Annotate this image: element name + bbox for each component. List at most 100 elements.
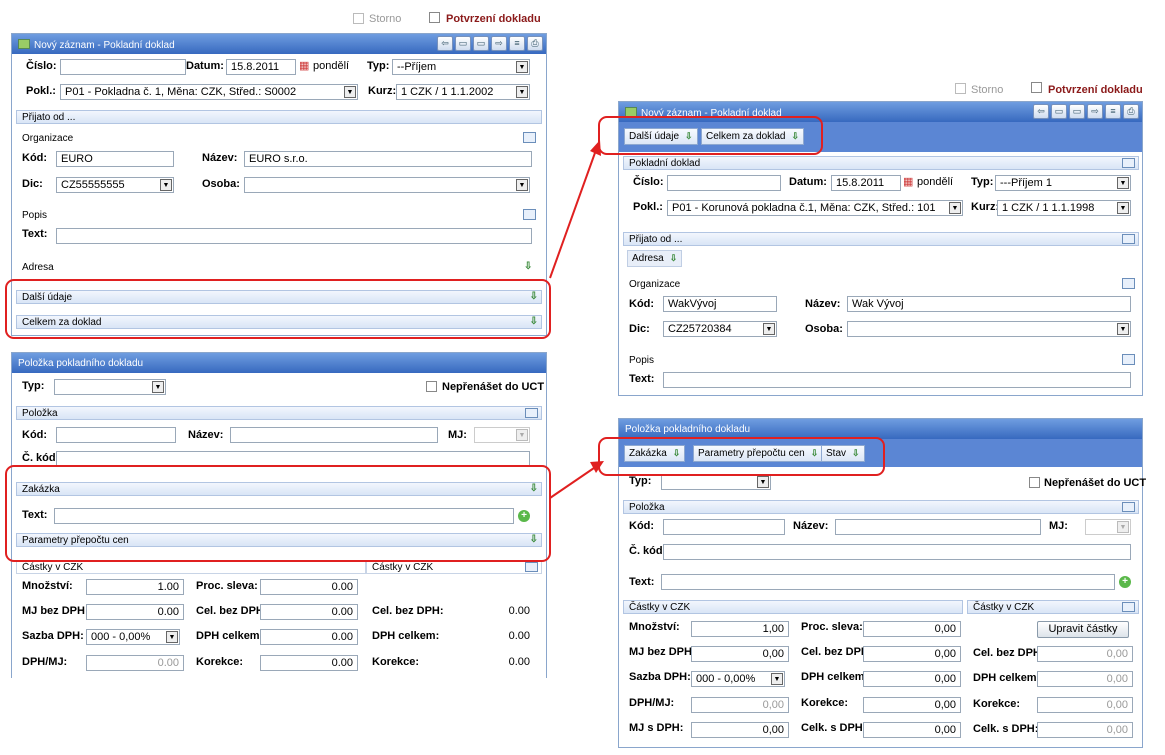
potvrzeni-checkbox[interactable] <box>429 12 440 23</box>
datum-input[interactable]: 15.8.2011 <box>226 59 296 75</box>
storno-checkbox[interactable] <box>353 13 364 24</box>
r-celbez-input[interactable]: 0,00 <box>1037 646 1133 662</box>
ckod-input[interactable] <box>663 544 1131 560</box>
dph-input[interactable]: 0,00 <box>863 671 961 687</box>
prijato-section-header[interactable]: Přijato od ... <box>16 110 542 124</box>
kurz-label: Kurz: <box>368 85 397 97</box>
mnozstvi-input[interactable]: 1.00 <box>86 579 184 595</box>
procsleva-input[interactable]: 0,00 <box>863 621 961 637</box>
text-input[interactable] <box>56 228 532 244</box>
korekce-input[interactable]: 0,00 <box>863 697 961 713</box>
nazev-label: Název: <box>202 152 238 164</box>
osoba-select[interactable]: ▼ <box>847 321 1131 337</box>
celbez-input[interactable]: 0,00 <box>863 646 961 662</box>
adresa-button[interactable]: Adresa ⇩ <box>627 250 683 267</box>
add-icon[interactable]: + <box>1119 576 1131 588</box>
r-celks-input[interactable]: 0,00 <box>1037 722 1133 738</box>
document-icon[interactable]: ≡ <box>1105 104 1121 119</box>
storno-checkbox[interactable] <box>955 83 966 94</box>
highlight-box <box>598 116 823 155</box>
kurz-select[interactable]: 1 CZK / 1 1.1.2002 ▼ <box>396 84 530 100</box>
prijato-section-header[interactable]: Přijato od ... <box>623 232 1139 246</box>
pokl-select[interactable]: P01 - Korunová pokladna č.1, Měna: CZK, … <box>667 200 963 216</box>
cislo-input[interactable] <box>60 59 186 75</box>
polozka-section-header[interactable]: Položka <box>16 406 542 420</box>
print-icon[interactable]: ⎙ <box>1123 104 1139 119</box>
text-input[interactable] <box>661 574 1115 590</box>
neprenaset-checkbox[interactable] <box>1029 477 1040 488</box>
adresa-header[interactable]: Adresa <box>22 262 54 273</box>
comment-edit-icon[interactable]: ▭ <box>473 36 489 51</box>
expand-icon[interactable] <box>1122 354 1135 365</box>
typ-select[interactable]: --Příjem ▼ <box>392 59 530 75</box>
forward-icon[interactable]: ⇨ <box>1087 104 1103 119</box>
celbez-input[interactable]: 0.00 <box>260 604 358 620</box>
dic-select[interactable]: CZ25720384 ▼ <box>663 321 777 337</box>
r-dph-input[interactable]: 0,00 <box>1037 671 1133 687</box>
mjbez-input[interactable]: 0,00 <box>691 646 789 662</box>
comment-icon[interactable]: ▭ <box>455 36 471 51</box>
mjbez-input[interactable]: 0.00 <box>86 604 184 620</box>
back-icon[interactable]: ⇦ <box>437 36 453 51</box>
nazev-input[interactable]: EURO s.r.o. <box>244 151 532 167</box>
mnozstvi-input[interactable]: 1,00 <box>691 621 789 637</box>
text-input[interactable] <box>663 372 1131 388</box>
typ-select[interactable]: ▼ <box>54 379 166 395</box>
osoba-select[interactable]: ▼ <box>244 177 530 193</box>
mj-select[interactable]: ▼ <box>474 427 530 443</box>
cislo-label: Číslo: <box>26 60 57 72</box>
celks-input[interactable]: 0,00 <box>863 722 961 738</box>
kod-input[interactable]: WakVývoj <box>663 296 777 312</box>
chevron-down-icon: ▼ <box>757 476 769 488</box>
chevron-down-icon: ▼ <box>949 202 961 214</box>
dphmj-input[interactable]: 0.00 <box>86 655 184 671</box>
sazba-select[interactable]: 000 - 0,00% ▼ <box>86 629 180 645</box>
print-icon[interactable]: ⎙ <box>527 36 543 51</box>
neprenaset-checkbox[interactable] <box>426 381 437 392</box>
mjs-input[interactable]: 0,00 <box>691 722 789 738</box>
comment-icon[interactable]: ▭ <box>1051 104 1067 119</box>
mjbez-label: MJ bez DPH: <box>629 646 696 658</box>
forward-icon[interactable]: ⇨ <box>491 36 507 51</box>
castky-header-right: Částky v CZK <box>967 600 1139 614</box>
expand-icon[interactable] <box>523 209 536 220</box>
mj-select[interactable]: ▼ <box>1085 519 1131 535</box>
cislo-input[interactable] <box>667 175 781 191</box>
typ-label: Typ: <box>971 176 994 188</box>
polozka-section-header[interactable]: Položka <box>623 500 1139 514</box>
day-text: pondělí <box>917 176 954 188</box>
calendar-icon[interactable]: ▦ <box>903 175 913 188</box>
kurz-select[interactable]: 1 CZK / 1 1.1.1998 ▼ <box>997 200 1131 216</box>
dphmj-label: DPH/MJ: <box>629 697 675 709</box>
kod-input[interactable]: EURO <box>56 151 174 167</box>
dic-select[interactable]: CZ55555555 ▼ <box>56 177 174 193</box>
chevron-down-icon: ▼ <box>763 323 775 335</box>
typ-select[interactable]: ---Příjem 1 ▼ <box>995 175 1131 191</box>
expand-icon[interactable] <box>523 132 536 143</box>
highlight-box <box>5 465 551 562</box>
r-kor-input[interactable]: 0,00 <box>1037 697 1133 713</box>
pokl-select[interactable]: P01 - Pokladna č. 1, Měna: CZK, Střed.: … <box>60 84 358 100</box>
potvrzeni-checkbox[interactable] <box>1031 82 1042 93</box>
text-label: Text: <box>629 576 655 588</box>
typ-select[interactable]: ▼ <box>661 474 771 490</box>
nazev-input[interactable]: Wak Vývoj <box>847 296 1131 312</box>
comment-edit-icon[interactable]: ▭ <box>1069 104 1085 119</box>
dphcelkem-input[interactable]: 0.00 <box>260 629 358 645</box>
nazev-input[interactable] <box>230 427 438 443</box>
calendar-icon[interactable]: ▦ <box>299 59 309 72</box>
left-doc-titlebar: Nový záznam - Pokladní doklad ⇦ ▭ ▭ ⇨ ≡ ⎙ <box>12 34 546 54</box>
pokladni-section-header[interactable]: Pokladní doklad <box>623 156 1139 170</box>
datum-input[interactable]: 15.8.2011 <box>831 175 901 191</box>
back-icon[interactable]: ⇦ <box>1033 104 1049 119</box>
document-icon[interactable]: ≡ <box>509 36 525 51</box>
upravit-button[interactable]: Upravit částky <box>1037 621 1129 638</box>
nazev-input[interactable] <box>835 519 1041 535</box>
kod-input[interactable] <box>663 519 785 535</box>
kod-input[interactable] <box>56 427 176 443</box>
dphmj-input[interactable]: 0,00 <box>691 697 789 713</box>
korekce-input[interactable]: 0.00 <box>260 655 358 671</box>
procsleva-input[interactable]: 0.00 <box>260 579 358 595</box>
sazba-select[interactable]: 000 - 0,00% ▼ <box>691 671 785 687</box>
expand-icon[interactable] <box>1122 278 1135 289</box>
